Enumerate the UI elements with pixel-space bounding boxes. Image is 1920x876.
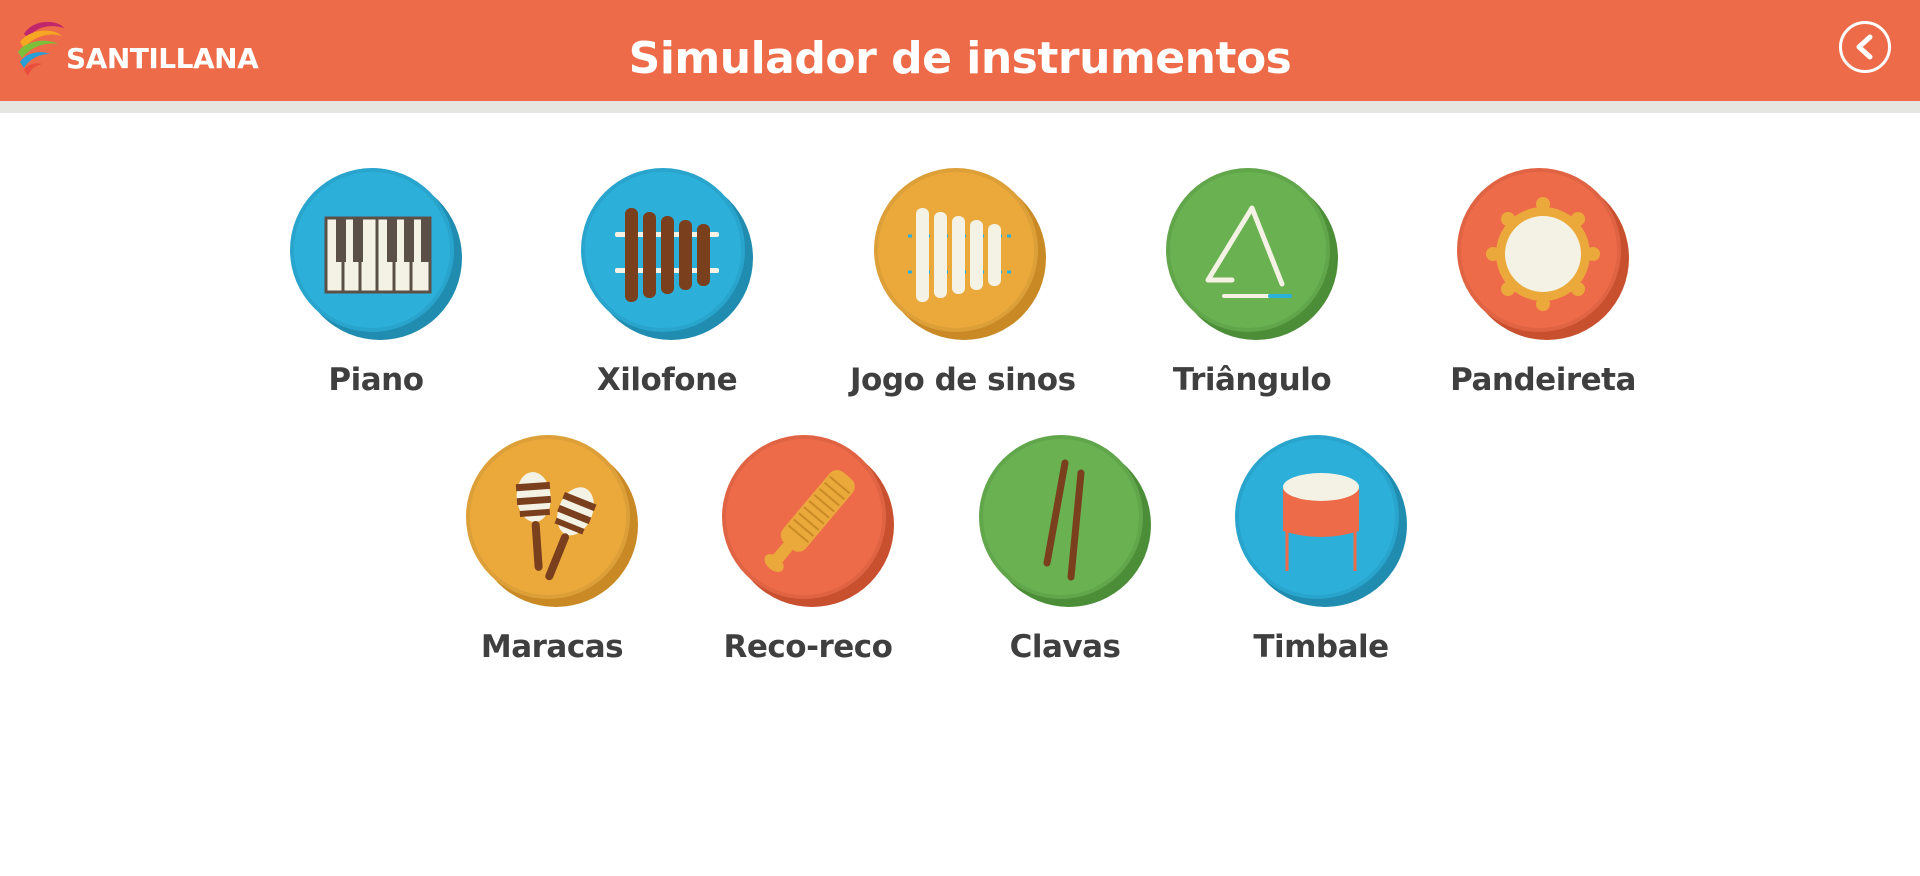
- header-divider: [0, 101, 1920, 113]
- instrument-triangulo[interactable]: Triângulo: [1142, 168, 1362, 398]
- instrument-clavas[interactable]: Clavas: [955, 435, 1175, 665]
- xylophone-icon: [615, 208, 719, 302]
- back-button[interactable]: [1839, 21, 1891, 73]
- guiro-icon: [764, 470, 855, 572]
- triangle-icon: [1205, 205, 1292, 298]
- instrument-label: Clavas: [1009, 629, 1121, 665]
- instrument-pandeireta[interactable]: Pandeireta: [1433, 168, 1653, 398]
- instrument-label: Piano: [328, 362, 424, 398]
- maracas-icon: [515, 472, 597, 581]
- instrument-jogo-de-sinos[interactable]: Jogo de sinos: [850, 168, 1076, 398]
- instrument-maracas[interactable]: Maracas: [442, 435, 662, 665]
- glockenspiel-icon: [908, 208, 1012, 302]
- piano-icon: [324, 216, 432, 294]
- page-title: Simulador de instrumentos: [628, 33, 1292, 84]
- instrument-timbale[interactable]: Timbale: [1211, 435, 1431, 665]
- instrument-label: Xilofone: [596, 362, 738, 398]
- instrument-reco-reco[interactable]: Reco-reco: [698, 435, 918, 665]
- instrument-label: Timbale: [1253, 629, 1389, 665]
- instrument-label: Jogo de sinos: [850, 362, 1076, 398]
- tambourine-icon: [1486, 197, 1600, 311]
- instrument-label: Triângulo: [1172, 362, 1332, 398]
- instrument-label: Reco-reco: [723, 629, 893, 665]
- instrument-label: Pandeireta: [1450, 362, 1636, 398]
- header-bar: SANTILLANA Simulador de instrumentos: [0, 0, 1920, 101]
- instrument-label: Maracas: [480, 629, 624, 665]
- claves-icon: [1043, 459, 1085, 581]
- timbale-icon: [1283, 473, 1359, 571]
- instrument-piano[interactable]: Piano: [266, 168, 486, 398]
- instrument-xilofone[interactable]: Xilofone: [557, 168, 777, 398]
- chevron-left-icon: [1856, 34, 1873, 60]
